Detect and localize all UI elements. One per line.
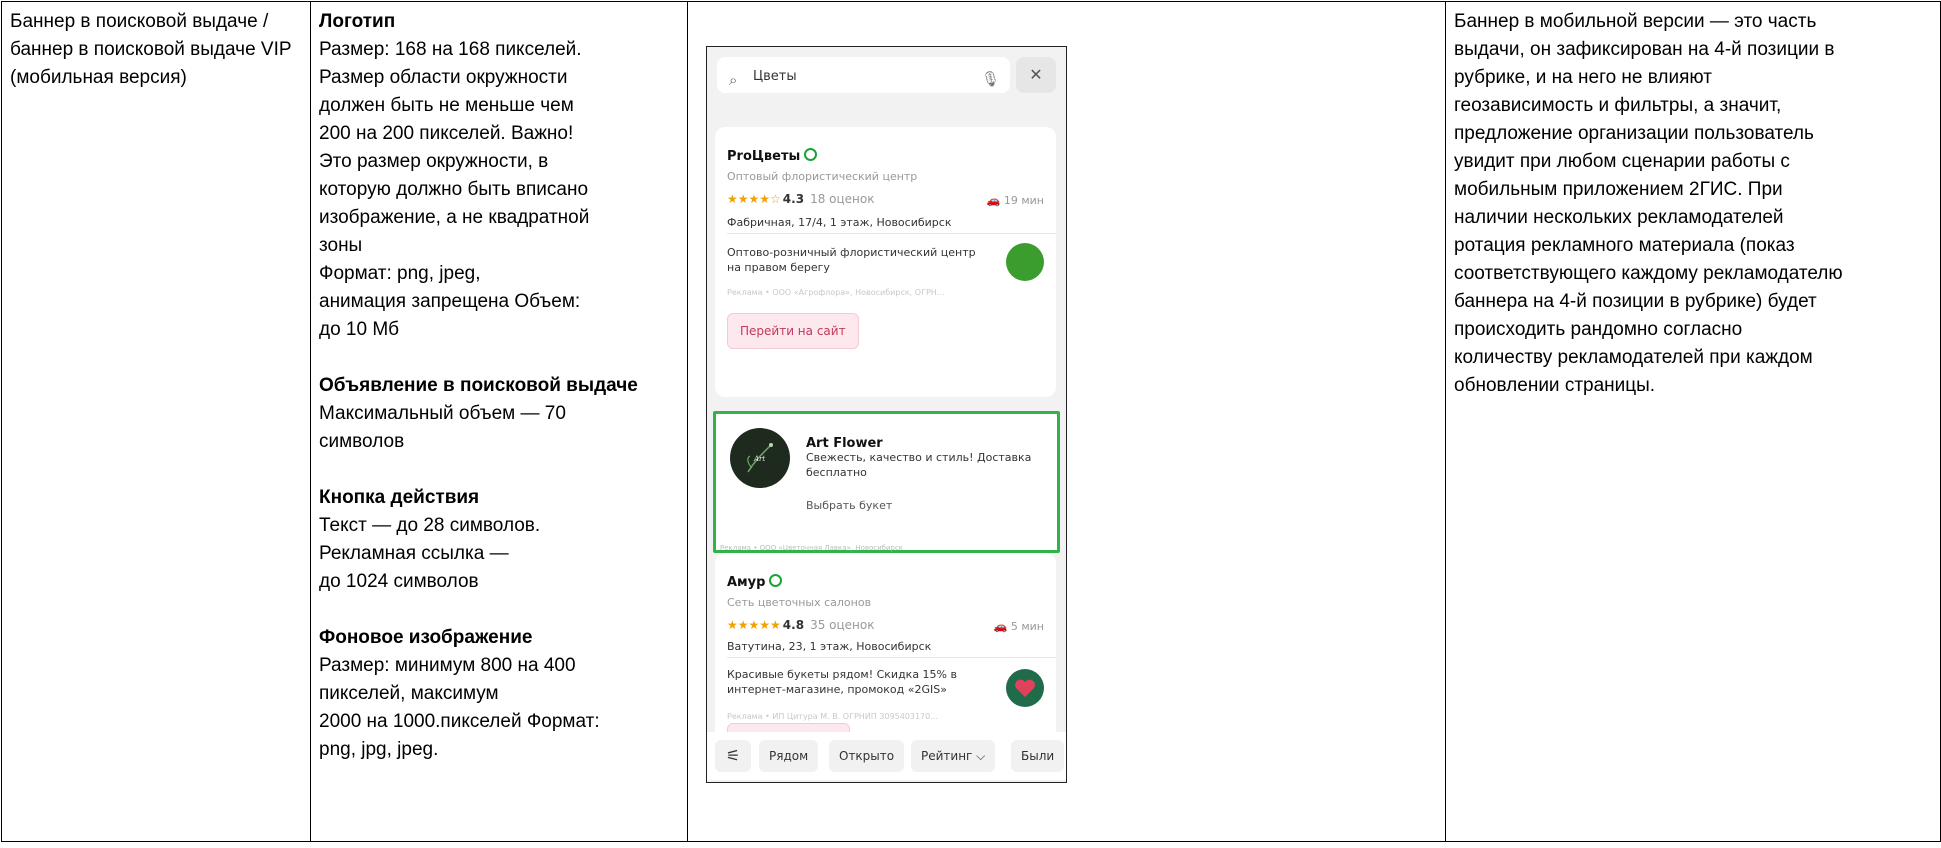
spec-row: Баннер в поисковой выдаче / баннер в пои… [1, 1, 1941, 842]
description-line: наличии нескольких рекламодателей [1454, 207, 1784, 228]
description-line: мобильным приложением 2ГИС. При [1454, 179, 1783, 200]
background-line: 2000 на 1000.пикселей Формат: [319, 711, 600, 732]
logo-line: анимация запрещена Объем: [319, 291, 581, 312]
verified-icon [769, 574, 783, 587]
verified-icon [804, 148, 818, 161]
logo-line: изображение, а не квадратной [319, 207, 590, 228]
placement-name: Баннер в поисковой выдаче / баннер в пои… [10, 11, 292, 88]
description-line: соответствующего каждому рекламодателю [1454, 263, 1843, 284]
button-line: до 1024 символов [319, 571, 479, 592]
promo-logo [1006, 669, 1044, 707]
description-line: ротация рекламного материала (показ [1454, 235, 1795, 256]
description-line: Баннер в мобильной версии — это часть [1454, 11, 1817, 32]
ad-description: Свежесть, качество и стиль! Доставка бес… [806, 451, 1032, 479]
background-line: png, jpg, jpeg. [319, 739, 439, 760]
filter-bar: ⚟ Рядом Открыто Рейтинг ⌵ Были [707, 732, 1066, 780]
button-line: Рекламная ссылка — [319, 543, 509, 564]
org-card[interactable]: ProЦветы Оптовый флористический центр ★★… [715, 127, 1056, 397]
search-bar[interactable]: ⌕ 🎙 [717, 57, 1010, 93]
logo-line: Формат: png, jpeg, [319, 263, 481, 284]
ad-line: символов [319, 431, 405, 452]
description-line: баннера на 4-й позиции в рубрике) будет [1454, 291, 1817, 312]
filter-chip-open[interactable]: Открыто [829, 740, 905, 772]
placement-cell: Баннер в поисковой выдаче / баннер в пои… [1, 1, 311, 842]
sliders-icon: ⚟ [725, 746, 741, 765]
logo-line: Размер: 168 на 168 пикселей. [319, 39, 582, 60]
divider [727, 233, 1056, 234]
requirements-cell: Логотип Размер: 168 на 168 пикселей. Раз… [310, 1, 688, 842]
banner-ad-card[interactable]: Art Art Flower Свежесть, качество и стил… [713, 411, 1060, 553]
travel-time: 🚗 19 мин [986, 194, 1044, 207]
description-line: происходить рандомно согласно [1454, 319, 1743, 340]
description-line: рубрике, и на него не влияют [1454, 67, 1712, 88]
svg-text:Art: Art [753, 455, 765, 463]
description-line: геозависимость и фильтры, а значит, [1454, 95, 1782, 116]
travel-time: 🚗 5 мин [993, 620, 1044, 633]
filter-chip-visited[interactable]: Были [1011, 740, 1065, 772]
stars-icon: ★★★★★ [727, 618, 781, 632]
go-to-site-button[interactable]: Перейти на сайт [727, 313, 859, 349]
logo-line: должен быть не меньше чем [319, 95, 574, 116]
ad-title: Объявление в поисковой выдаче [319, 375, 638, 396]
background-line: пикселей, максимум [319, 683, 499, 704]
microphone-icon[interactable]: 🎙 [981, 65, 1000, 93]
description-line: выдачи, он зафиксирован на 4-й позиции в [1454, 39, 1835, 60]
filter-chip-nearby[interactable]: Рядом [759, 740, 819, 772]
description-line: увидит при любом сценарии работы с [1454, 151, 1790, 172]
flower-icon: Art [731, 429, 789, 487]
logo-line: 200 на 200 пикселей. Важно! [319, 123, 574, 144]
logo-line: зоны [319, 235, 363, 256]
promo-logo [1006, 243, 1044, 281]
logo-line: которую должно быть вписано [319, 179, 589, 200]
search-icon: ⌕ [729, 71, 738, 89]
heart-icon [1015, 679, 1035, 697]
logo-line: Это размер окружности, в [319, 151, 549, 172]
description-line: количеству рекламодателей при каждом [1454, 347, 1813, 368]
description-line: предложение организации пользователь [1454, 123, 1814, 144]
background-line: Размер: минимум 800 на 400 [319, 655, 576, 676]
button-line: Текст — до 28 символов. [319, 515, 541, 536]
filter-chip-rating[interactable]: Рейтинг ⌵ [911, 740, 996, 772]
choose-bouquet-link[interactable]: Выбрать букет [806, 492, 892, 520]
description-line: обновлении страницы. [1454, 375, 1656, 396]
art-flower-logo: Art [730, 428, 790, 488]
background-title: Фоновое изображение [319, 627, 533, 648]
search-input[interactable] [751, 64, 955, 88]
filter-settings-button[interactable]: ⚟ [715, 740, 751, 772]
close-button[interactable]: ✕ [1016, 57, 1056, 93]
stars-icon: ★★★★☆ [727, 192, 781, 206]
phone-mockup: ⌕ 🎙 ✕ ProЦветы Оптовый флористический це… [706, 46, 1067, 783]
example-cell: ⌕ 🎙 ✕ ProЦветы Оптовый флористический це… [687, 1, 1446, 842]
logo-line: Размер области окружности [319, 67, 568, 88]
description-cell: Баннер в мобильной версии — это часть вы… [1445, 1, 1941, 842]
button-title: Кнопка действия [319, 487, 480, 508]
ad-legal-text: Реклама • ООО «Агрофлора», Новосибирск, … [727, 288, 945, 297]
logo-line: до 10 Мб [319, 319, 400, 340]
spec-table: Баннер в поисковой выдаче / баннер в пои… [1, 1, 1941, 842]
ad-line: Максимальный объем — 70 [319, 403, 566, 424]
promo-text: Оптово-розничный флористический центр на… [727, 246, 976, 274]
close-icon: ✕ [1029, 65, 1043, 84]
promo-text: Красивые букеты рядом! Скидка 15% в инте… [727, 668, 957, 696]
logo-title: Логотип [319, 11, 396, 32]
divider [727, 657, 1056, 658]
